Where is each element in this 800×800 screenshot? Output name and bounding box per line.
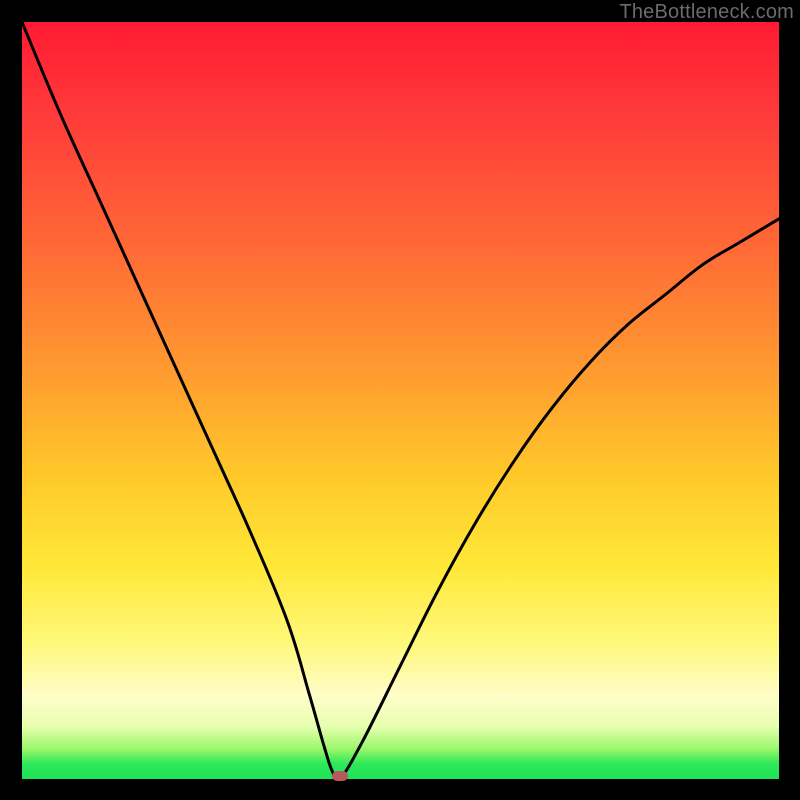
- optimum-marker: [332, 771, 348, 781]
- curve-path: [22, 22, 779, 781]
- plot-area: [22, 22, 779, 779]
- bottleneck-curve: [22, 22, 779, 779]
- chart-frame: TheBottleneck.com: [0, 0, 800, 800]
- watermark-text: TheBottleneck.com: [619, 1, 794, 24]
